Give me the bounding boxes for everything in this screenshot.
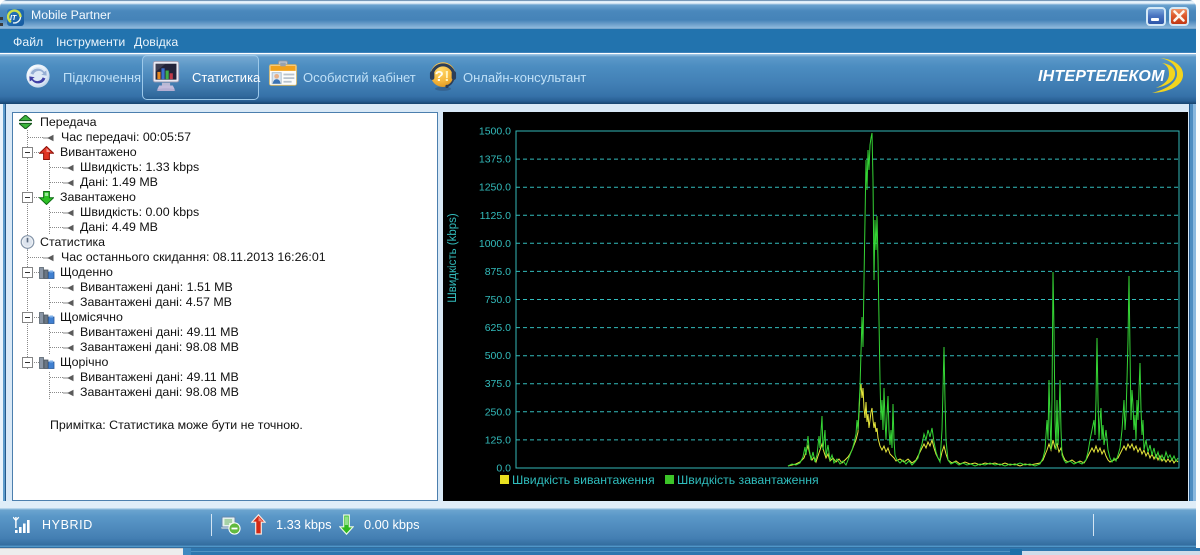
svg-text:?: ? — [435, 68, 444, 85]
svg-text:375.0: 375.0 — [485, 378, 511, 390]
svg-text:750.0: 750.0 — [485, 294, 511, 306]
svg-text:Швидкість вивантаження: Швидкість вивантаження — [512, 473, 655, 487]
svg-text:1500.0: 1500.0 — [479, 126, 511, 138]
svg-text:625.0: 625.0 — [485, 322, 511, 334]
svg-text:125.0: 125.0 — [485, 434, 511, 446]
svg-text:Швидкість (kbps): Швидкість (kbps) — [447, 213, 459, 303]
svg-text:250.0: 250.0 — [485, 406, 511, 418]
svg-text:0.0: 0.0 — [496, 463, 511, 475]
svg-text:875.0: 875.0 — [485, 266, 511, 278]
svg-text:1250.0: 1250.0 — [479, 182, 511, 194]
svg-text:500.0: 500.0 — [485, 350, 511, 362]
svg-text:1125.0: 1125.0 — [480, 210, 511, 222]
svg-text:1000.0: 1000.0 — [479, 238, 511, 250]
svg-text:IT: IT — [10, 15, 17, 22]
svg-text:Швидкість завантаження: Швидкість завантаження — [677, 473, 819, 487]
svg-text:1375.0: 1375.0 — [479, 154, 511, 166]
svg-text:!: ! — [444, 68, 449, 85]
